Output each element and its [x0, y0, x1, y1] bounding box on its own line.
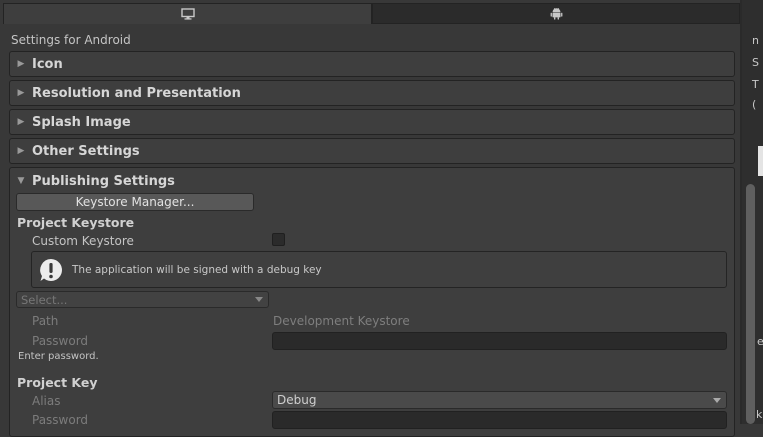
help-text: The application will be signed with a de… — [72, 263, 322, 276]
alias-value: Debug — [277, 393, 317, 407]
collapsed-arrow-icon: ▶ — [17, 117, 25, 127]
alias-label: Alias — [32, 394, 61, 408]
select-placeholder: Select... — [21, 292, 68, 307]
collapsed-arrow-icon: ▶ — [17, 88, 25, 98]
chevron-down-icon — [255, 297, 263, 302]
project-key-heading: Project Key — [17, 375, 98, 390]
info-icon — [38, 257, 64, 283]
collapsed-arrow-icon: ▶ — [17, 59, 25, 69]
foldout-label: Icon — [32, 56, 63, 72]
custom-keystore-label: Custom Keystore — [32, 234, 134, 248]
page-title: Settings for Android — [11, 33, 131, 47]
project-keystore-heading: Project Keystore — [17, 215, 135, 230]
keystore-password-label: Password — [32, 334, 89, 348]
foldout-resolution-and-presentation[interactable]: ▶ Resolution and Presentation — [9, 80, 735, 106]
foldout-label: Other Settings — [32, 143, 140, 159]
path-value: Development Keystore — [273, 314, 410, 328]
tab-desktop-platform[interactable] — [3, 3, 372, 24]
foldout-publishing-settings[interactable]: ▼ Publishing Settings — [10, 168, 734, 194]
foldout-label: Splash Image — [32, 114, 131, 130]
custom-keystore-checkbox[interactable] — [272, 233, 285, 246]
foldout-other-settings[interactable]: ▶ Other Settings — [9, 138, 735, 164]
tab-android-platform[interactable] — [372, 3, 740, 24]
keystore-manager-button[interactable]: Keystore Manager... — [16, 193, 254, 211]
debug-key-help-box: The application will be signed with a de… — [31, 251, 727, 288]
android-icon — [550, 7, 563, 20]
keystore-select-dropdown[interactable]: Select... — [16, 291, 269, 308]
chevron-down-icon — [713, 398, 721, 403]
foldout-label: Publishing Settings — [32, 173, 175, 189]
monitor-icon — [180, 8, 195, 20]
foldout-icon[interactable]: ▶ Icon — [9, 51, 735, 77]
collapsed-arrow-icon: ▶ — [17, 146, 25, 156]
vertical-scrollbar-thumb[interactable] — [746, 184, 755, 424]
path-label: Path — [32, 314, 59, 328]
key-password-label: Password — [32, 413, 89, 427]
password-hint: Enter password. — [18, 351, 99, 362]
foldout-splash-image[interactable]: ▶ Splash Image — [9, 109, 735, 135]
keystore-password-field[interactable] — [272, 332, 727, 350]
expanded-arrow-icon: ▼ — [17, 176, 25, 186]
key-password-field[interactable] — [272, 411, 727, 429]
foldout-label: Resolution and Presentation — [32, 85, 241, 101]
alias-dropdown[interactable]: Debug — [272, 391, 727, 409]
